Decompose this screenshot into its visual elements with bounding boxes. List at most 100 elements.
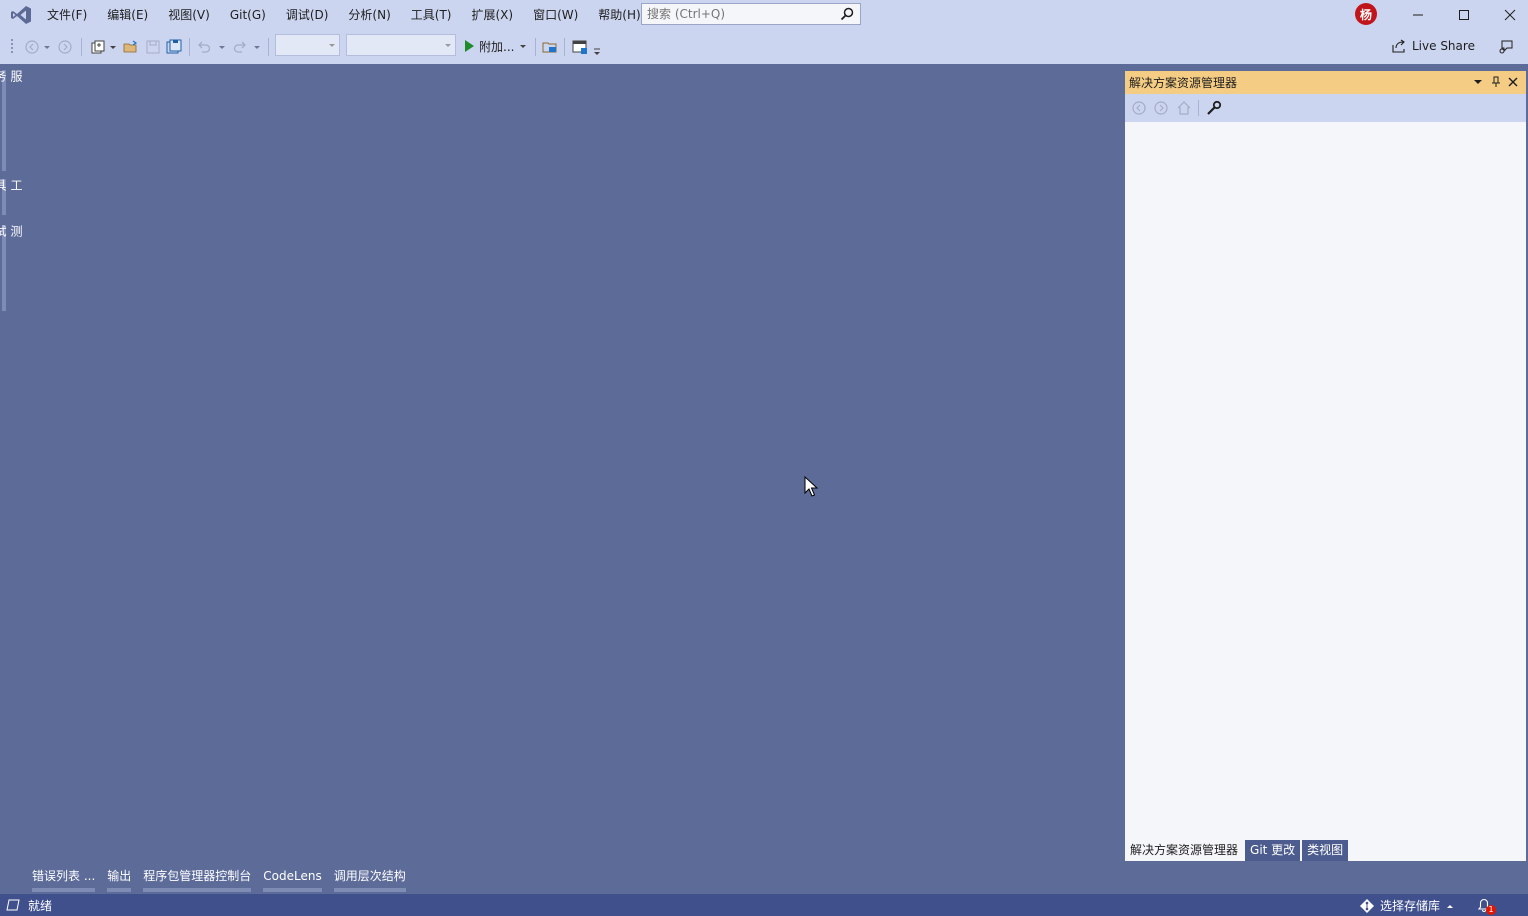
back-dropdown-icon[interactable] [42,37,52,57]
live-share-button[interactable]: Live Share [1392,36,1475,56]
tab-label: CodeLens [263,869,322,883]
tab-label: 输出 [107,869,132,883]
solution-explorer-title: 解决方案资源管理器 [1129,76,1238,90]
redo-icon[interactable] [231,37,249,57]
solution-configuration-dropdown[interactable] [275,34,340,56]
tab-codelens[interactable]: CodeLens [257,866,327,892]
attach-label: 附加... [479,39,515,54]
search-icon[interactable] [840,7,854,24]
tab-solution-explorer[interactable]: 解决方案资源管理器 [1125,840,1244,861]
tab-class-view[interactable]: 类视图 [1302,840,1349,861]
toolbar-separator [189,38,190,56]
tab-git-changes[interactable]: Git 更改 [1245,840,1301,861]
toolbar-separator [535,38,536,56]
new-project-icon[interactable] [89,37,107,57]
toolbar-separator [564,38,565,56]
auto-hide-pin-icon[interactable] [1489,75,1503,89]
menu-extensions[interactable]: 扩展(X) [461,0,523,30]
account-avatar[interactable]: 杨 [1355,3,1377,25]
tab-label: 程序包管理器控制台 [143,869,252,883]
menu-view[interactable]: 视图(V) [158,0,220,30]
undo-dropdown-icon[interactable] [217,37,227,57]
open-folder-icon[interactable] [122,37,140,57]
browse-folder-icon[interactable] [541,37,559,57]
git-icon [1360,898,1374,913]
tab-test-explorer[interactable]: 测试资源管理器 [0,225,24,237]
status-bar: 就绪 选择存储库 1 [0,894,1528,916]
window-position-dropdown-icon[interactable] [1471,75,1485,89]
tab-indicator [143,888,252,892]
forward-icon[interactable] [1153,100,1169,116]
tab-package-manager-console[interactable]: 程序包管理器控制台 [137,866,257,892]
right-panel-tabs: 解决方案资源管理器 Git 更改 类视图 [1125,840,1350,861]
notification-count-badge: 1 [1486,905,1496,915]
tab-error-list[interactable]: 错误列表 ... [26,866,101,892]
redo-dropdown-icon[interactable] [252,37,262,57]
tab-indicator [333,888,406,892]
share-icon [1392,39,1406,53]
solution-explorer-panel: 解决方案资源管理器 [1125,71,1526,861]
tab-label: 调用层次结构 [333,869,406,883]
toolbar-overflow-icon[interactable] [592,42,602,62]
new-project-dropdown-icon[interactable] [108,37,118,57]
live-share-label: Live Share [1412,39,1475,53]
close-window-icon[interactable] [1487,0,1528,30]
menu-git[interactable]: Git(G) [220,0,276,30]
solution-explorer-tree[interactable] [1125,122,1526,839]
mouse-cursor-icon [804,475,819,501]
solution-explorer-toolbar [1125,94,1526,122]
menu-bar: 文件(F) 编辑(E) 视图(V) Git(G) 调试(D) 分析(N) 工具(… [37,0,651,30]
tab-toolbox[interactable]: 工具箱 [0,179,24,191]
save-icon[interactable] [144,37,162,57]
home-icon[interactable] [1176,100,1192,116]
feedback-icon[interactable] [1497,37,1515,57]
tab-output[interactable]: 输出 [101,866,137,892]
menu-analyze[interactable]: 分析(N) [338,0,400,30]
tab-indicator [2,225,6,311]
minimize-icon[interactable] [1395,0,1441,30]
attach-button[interactable]: 附加... [463,35,527,57]
title-bar: 文件(F) 编辑(E) 视图(V) Git(G) 调试(D) 分析(N) 工具(… [0,0,1528,30]
toolbar-separator [81,38,82,56]
menu-debug[interactable]: 调试(D) [276,0,339,30]
window-layout-icon[interactable] [571,37,589,57]
status-window-icon[interactable] [6,899,20,911]
bottom-tool-tabs: 错误列表 ... 输出 程序包管理器控制台 CodeLens 调用层次结构 [26,866,412,892]
toolbar-grip-icon[interactable] [10,37,16,57]
navigate-forward-icon[interactable] [57,37,73,57]
menu-window[interactable]: 窗口(W) [523,0,588,30]
solution-explorer-header: 解决方案资源管理器 [1125,71,1526,94]
maximize-icon[interactable] [1441,0,1487,30]
visual-studio-logo-icon [7,0,35,30]
navigate-back-icon[interactable] [24,37,40,57]
select-repository-label: 选择存储库 [1380,899,1441,913]
chevron-down-icon [445,44,451,47]
tab-indicator [2,70,6,171]
close-panel-icon[interactable] [1506,75,1520,89]
attach-dropdown-icon[interactable] [519,42,527,50]
tab-indicator [107,888,132,892]
chevron-down-icon [329,44,335,47]
search-input[interactable] [647,7,837,21]
status-text: 就绪 [28,898,53,913]
menu-tools[interactable]: 工具(T) [401,0,462,30]
undo-icon[interactable] [195,37,213,57]
menu-file[interactable]: 文件(F) [37,0,97,30]
menu-edit[interactable]: 编辑(E) [97,0,158,30]
tab-server-explorer[interactable]: 服务器资源管理器 [0,70,24,82]
standard-toolbar: 附加... Live Share [0,30,1528,64]
tab-call-hierarchy[interactable]: 调用层次结构 [328,866,412,892]
properties-wrench-icon[interactable] [1206,100,1222,116]
search-box[interactable] [641,3,861,25]
solution-platform-dropdown[interactable] [346,34,456,56]
tab-indicator [32,888,96,892]
toolbar-separator [1198,100,1199,116]
toolbar-separator [268,38,269,56]
tab-indicator [263,888,322,892]
chevron-up-icon [1446,902,1454,910]
play-icon [463,39,475,53]
save-all-icon[interactable] [165,37,183,57]
select-repository-button[interactable]: 选择存储库 [1360,897,1454,914]
back-icon[interactable] [1131,100,1147,116]
tab-label: 错误列表 ... [32,869,96,883]
